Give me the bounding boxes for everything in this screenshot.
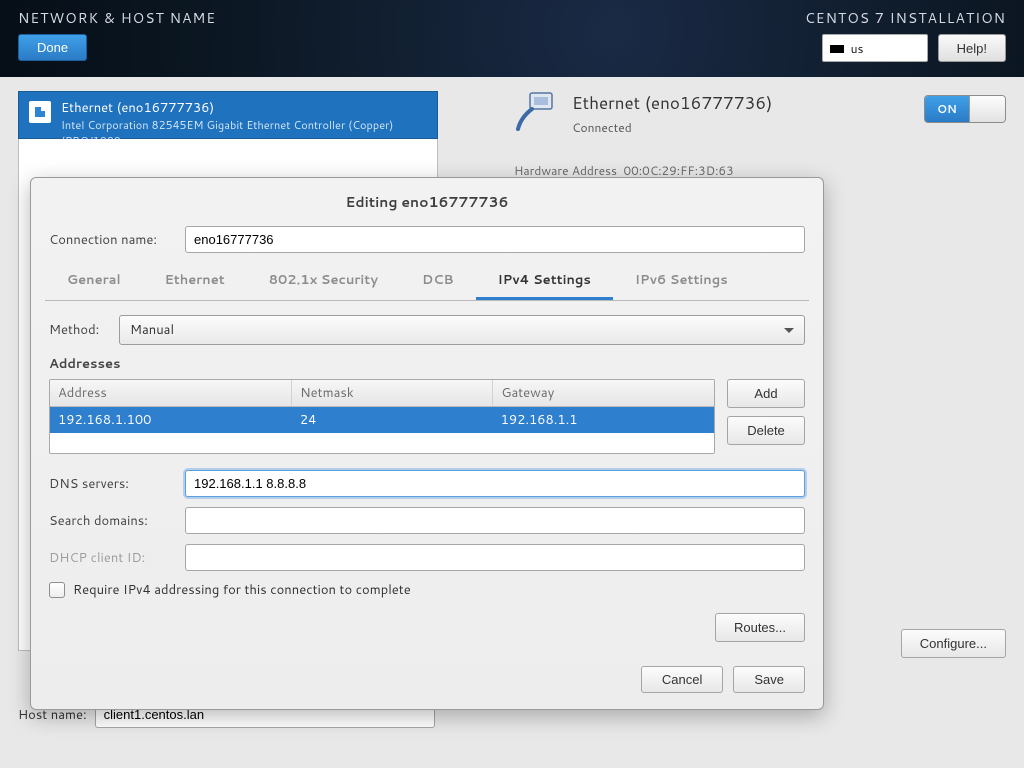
tab-ipv4[interactable]: IPv4 Settings	[476, 263, 613, 300]
connection-name-label: Connection name:	[49, 231, 175, 249]
toggle-knob	[969, 96, 1005, 122]
done-button[interactable]: Done	[18, 34, 87, 61]
search-domains-input[interactable]	[185, 507, 805, 534]
delete-address-button[interactable]: Delete	[727, 416, 805, 445]
main-area: Ethernet (eno16777736) Intel Corporation…	[0, 77, 1024, 768]
banner-right: CENTOS 7 INSTALLATION us Help!	[805, 8, 1006, 62]
interface-state: Connected	[572, 119, 772, 136]
tab-dcb[interactable]: DCB	[400, 263, 476, 300]
screen-title: NETWORK & HOST NAME	[18, 8, 787, 28]
col-address: Address	[50, 380, 292, 406]
dialog-tabs: General Ethernet 802.1x Security DCB IPv…	[45, 263, 809, 301]
col-gateway: Gateway	[493, 380, 714, 406]
routes-button[interactable]: Routes...	[715, 613, 805, 642]
method-combo[interactable]: Manual	[119, 315, 805, 345]
tab-ipv6[interactable]: IPv6 Settings	[613, 263, 750, 300]
keyboard-icon	[829, 42, 845, 54]
keyboard-indicator[interactable]: us	[822, 34, 928, 62]
dhcp-client-id-label: DHCP client ID:	[49, 549, 175, 567]
require-ipv4-checkbox[interactable]	[49, 582, 65, 598]
dns-label: DNS servers:	[49, 475, 175, 493]
col-netmask: Netmask	[292, 380, 493, 406]
address-row[interactable]: 192.168.1.100 24 192.168.1.1	[50, 407, 714, 433]
method-label: Method:	[49, 321, 109, 339]
interface-toggle[interactable]: ON	[924, 95, 1006, 123]
addresses-table[interactable]: Address Netmask Gateway 192.168.1.100 24…	[49, 379, 715, 454]
edit-connection-dialog: Editing eno16777736 Connection name: Gen…	[30, 177, 824, 710]
cell-address: 192.168.1.100	[50, 407, 292, 433]
tab-general[interactable]: General	[45, 263, 143, 300]
dialog-title: Editing eno16777736	[49, 192, 805, 212]
tab-8021x[interactable]: 802.1x Security	[247, 263, 400, 300]
interface-list-item[interactable]: Ethernet (eno16777736) Intel Corporation…	[18, 91, 438, 139]
dns-servers-input[interactable]	[185, 470, 805, 497]
configure-button[interactable]: Configure...	[901, 629, 1006, 658]
toggle-on-label: ON	[925, 96, 969, 122]
connection-name-input[interactable]	[185, 226, 805, 253]
interface-title: Ethernet (eno16777736)	[61, 99, 427, 117]
dhcp-client-id-input	[185, 544, 805, 571]
address-empty-row[interactable]	[50, 433, 714, 453]
help-button[interactable]: Help!	[938, 34, 1006, 62]
addresses-header: Address Netmask Gateway	[50, 380, 714, 407]
interface-name: Ethernet (eno16777736)	[572, 91, 772, 115]
add-address-button[interactable]: Add	[727, 379, 805, 408]
cell-gateway: 192.168.1.1	[493, 407, 714, 433]
require-ipv4-label: Require IPv4 addressing for this connect…	[73, 581, 411, 599]
tab-ethernet[interactable]: Ethernet	[143, 263, 247, 300]
ethernet-icon	[29, 101, 51, 123]
save-button[interactable]: Save	[733, 666, 805, 693]
banner-left: NETWORK & HOST NAME Done	[18, 8, 787, 61]
install-title: CENTOS 7 INSTALLATION	[805, 8, 1006, 28]
cell-netmask: 24	[292, 407, 493, 433]
cancel-button[interactable]: Cancel	[641, 666, 723, 693]
search-domains-label: Search domains:	[49, 512, 175, 530]
addresses-label: Addresses	[49, 355, 805, 373]
keyboard-layout: us	[851, 40, 864, 57]
top-banner: NETWORK & HOST NAME Done CENTOS 7 INSTAL…	[0, 0, 1024, 77]
ethernet-large-icon	[514, 91, 556, 131]
